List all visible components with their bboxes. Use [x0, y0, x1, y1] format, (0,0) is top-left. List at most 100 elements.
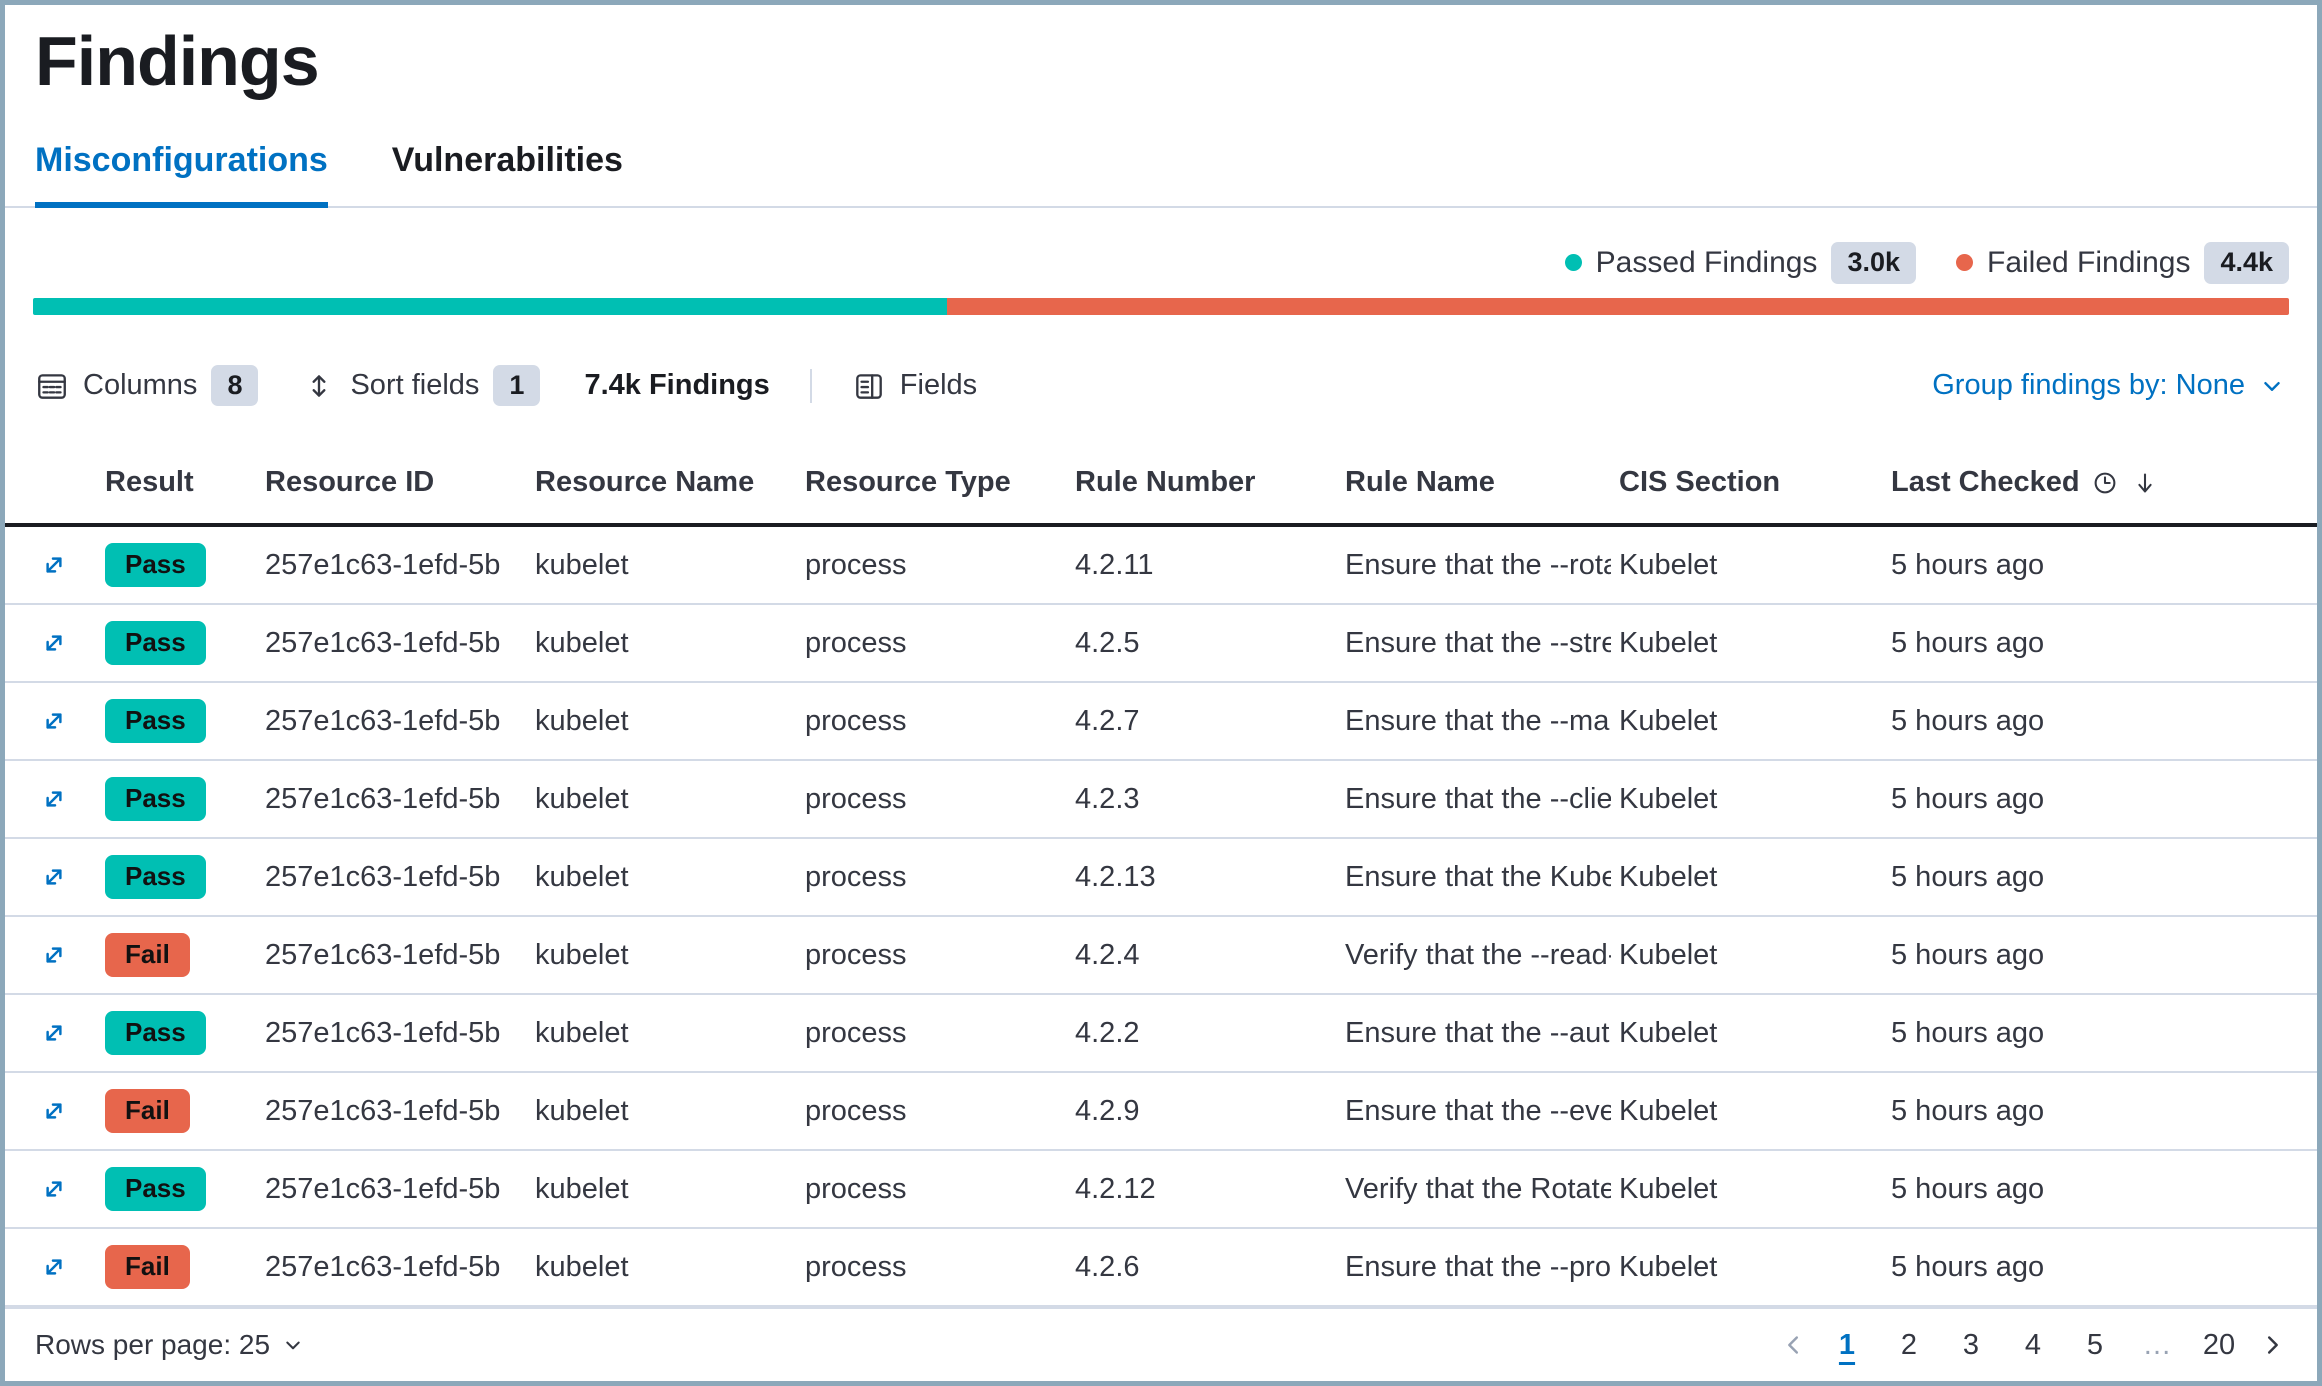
cis-section-cell: Kubelet [1611, 861, 1883, 894]
resource-type-cell: process [797, 783, 1067, 816]
rule-name-cell: Ensure that the --event-qps argument is … [1337, 1095, 1611, 1128]
result-cell: Fail [97, 933, 257, 977]
result-badge: Fail [105, 1245, 190, 1289]
cis-section-cell: Kubelet [1611, 705, 1883, 738]
tab-misconfigurations[interactable]: Misconfigurations [35, 141, 328, 208]
table-row: Pass 257e1c63-1efd-5b kubelet process 4.… [5, 605, 2317, 683]
failed-dot-icon [1956, 254, 1973, 271]
previous-page-button[interactable] [1779, 1330, 1809, 1360]
rule-name-cell: Ensure that the --streaming-connection-i… [1337, 627, 1611, 660]
expand-finding-button[interactable] [37, 704, 71, 738]
result-badge: Fail [105, 1089, 190, 1133]
rule-name-cell: Ensure that the --protect-kernel-default… [1337, 1251, 1611, 1284]
rows-per-page-button[interactable]: Rows per page: 25 [35, 1329, 306, 1361]
expand-icon [37, 1172, 71, 1206]
page-button-1[interactable]: 1 [1823, 1321, 1871, 1369]
table-row: Fail 257e1c63-1efd-5b kubelet process 4.… [5, 1229, 2317, 1307]
row-control-cell [33, 1094, 97, 1128]
page-button-4[interactable]: 4 [2009, 1321, 2057, 1369]
toolbar-divider [810, 369, 812, 403]
expand-finding-button[interactable] [37, 1094, 71, 1128]
expand-finding-button[interactable] [37, 626, 71, 660]
header-rule-number[interactable]: Rule Number [1067, 444, 1337, 523]
cis-section-cell: Kubelet [1611, 627, 1883, 660]
result-cell: Pass [97, 777, 257, 821]
failed-findings-count-badge: 4.4k [2204, 242, 2289, 284]
header-cis-section[interactable]: CIS Section [1611, 444, 1883, 523]
rule-name-cell: Ensure that the --rotate-certificates ar… [1337, 549, 1611, 582]
expand-finding-button[interactable] [37, 860, 71, 894]
expand-finding-button[interactable] [37, 548, 71, 582]
expand-finding-button[interactable] [37, 1172, 71, 1206]
row-control-cell [33, 626, 97, 660]
clock-icon [2090, 468, 2120, 498]
passed-findings-label: Passed Findings [1596, 246, 1818, 280]
table-body: Pass 257e1c63-1efd-5b kubelet process 4.… [5, 527, 2317, 1307]
columns-button[interactable]: Columns 8 [35, 365, 258, 407]
table-row: Pass 257e1c63-1efd-5b kubelet process 4.… [5, 761, 2317, 839]
chevron-down-icon [2257, 371, 2287, 401]
columns-grid-icon [35, 369, 69, 403]
header-resource-type[interactable]: Resource Type [797, 444, 1067, 523]
page-button-20[interactable]: 20 [2195, 1321, 2243, 1369]
group-findings-by-button[interactable]: Group findings by: None [1932, 369, 2287, 402]
resource-type-cell: process [797, 549, 1067, 582]
rule-name-cell: Ensure that the --make-iptables-util-cha… [1337, 705, 1611, 738]
findings-table: Result Resource ID Resource Name Resourc… [5, 444, 2317, 1307]
expand-finding-button[interactable] [37, 1016, 71, 1050]
resource-id-cell: 257e1c63-1efd-5b [257, 549, 527, 582]
resource-id-cell: 257e1c63-1efd-5b [257, 939, 527, 972]
last-checked-cell: 5 hours ago [1883, 861, 2289, 894]
row-control-cell [33, 704, 97, 738]
rule-number-cell: 4.2.13 [1067, 861, 1337, 894]
resource-type-cell: process [797, 939, 1067, 972]
result-cell: Pass [97, 621, 257, 665]
sort-fields-button[interactable]: Sort fields 1 [302, 365, 540, 407]
expand-finding-button[interactable] [37, 782, 71, 816]
page-button-5[interactable]: 5 [2071, 1321, 2119, 1369]
sort-fields-label: Sort fields [350, 369, 479, 402]
header-rule-name[interactable]: Rule Name [1337, 444, 1611, 523]
result-cell: Pass [97, 1167, 257, 1211]
expand-finding-button[interactable] [37, 1250, 71, 1284]
cis-section-cell: Kubelet [1611, 939, 1883, 972]
header-resource-name[interactable]: Resource Name [527, 444, 797, 523]
findings-distribution-legend: Passed Findings 3.0k Failed Findings 4.4… [5, 240, 2317, 286]
rule-name-cell: Ensure that the --authorization-mode arg… [1337, 1017, 1611, 1050]
resource-name-cell: kubelet [527, 783, 797, 816]
result-cell: Fail [97, 1089, 257, 1133]
expand-icon [37, 704, 71, 738]
expand-finding-button[interactable] [37, 938, 71, 972]
resource-type-cell: process [797, 861, 1067, 894]
fields-button[interactable]: Fields [852, 369, 977, 403]
result-badge: Pass [105, 1167, 206, 1211]
page-button-2[interactable]: 2 [1885, 1321, 1933, 1369]
resource-name-cell: kubelet [527, 939, 797, 972]
resource-name-cell: kubelet [527, 549, 797, 582]
findings-page: Findings Misconfigurations Vulnerabiliti… [0, 0, 2322, 1386]
rule-number-cell: 4.2.6 [1067, 1251, 1337, 1284]
rule-number-cell: 4.2.11 [1067, 549, 1337, 582]
resource-name-cell: kubelet [527, 1017, 797, 1050]
passed-bar-segment [33, 298, 947, 315]
header-last-checked[interactable]: Last Checked [1883, 444, 2289, 523]
header-resource-id[interactable]: Resource ID [257, 444, 527, 523]
passed-findings-legend: Passed Findings 3.0k [1565, 242, 1916, 284]
result-cell: Pass [97, 855, 257, 899]
rule-number-cell: 4.2.4 [1067, 939, 1337, 972]
resource-id-cell: 257e1c63-1efd-5b [257, 1251, 527, 1284]
cis-section-cell: Kubelet [1611, 1173, 1883, 1206]
result-badge: Pass [105, 699, 206, 743]
page-button-3[interactable]: 3 [1947, 1321, 1995, 1369]
header-result[interactable]: Result [97, 444, 257, 523]
columns-count-badge: 8 [211, 365, 258, 407]
resource-name-cell: kubelet [527, 1251, 797, 1284]
row-control-cell [33, 860, 97, 894]
next-page-button[interactable] [2257, 1330, 2287, 1360]
findings-distribution-bar [33, 298, 2289, 315]
sort-fields-count-badge: 1 [493, 365, 540, 407]
resource-type-cell: process [797, 705, 1067, 738]
passed-dot-icon [1565, 254, 1582, 271]
resource-id-cell: 257e1c63-1efd-5b [257, 1173, 527, 1206]
tab-vulnerabilities[interactable]: Vulnerabilities [392, 141, 623, 208]
